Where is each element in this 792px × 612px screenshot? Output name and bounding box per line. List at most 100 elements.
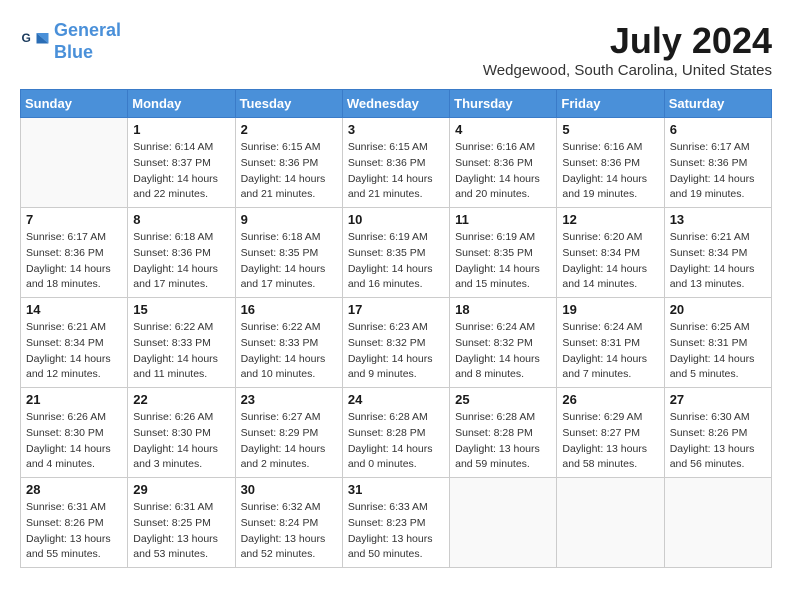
calendar-cell: 28 Sunrise: 6:31 AMSunset: 8:26 PMDayligh… — [21, 478, 128, 568]
svg-text:G: G — [22, 31, 31, 45]
calendar-cell: 16Sunrise: 6:22 AMSunset: 8:33 PMDayligh… — [235, 298, 342, 388]
day-info: Sunrise: 6:28 AMSunset: 8:28 PMDaylight:… — [348, 410, 444, 473]
weekday-header-sunday: Sunday — [21, 90, 128, 118]
location: Wedgewood, South Carolina, United States — [483, 62, 772, 79]
calendar-cell: 18 Sunrise: 6:24 AMSunset: 8:32 PMDayligh… — [450, 298, 557, 388]
day-info: Sunrise: 6:16 AMSunset: 8:36 PMDaylight:… — [562, 140, 658, 203]
calendar-cell: 22 Sunrise: 6:26 AMSunset: 8:30 PMDayligh… — [128, 388, 235, 478]
day-number: 25 — [455, 392, 551, 407]
month-title: July 2024 — [483, 20, 772, 62]
day-number: 3 — [348, 122, 444, 137]
day-number: 11 — [455, 212, 551, 227]
logo-line1: General — [54, 20, 121, 40]
day-number: 23 — [241, 392, 337, 407]
day-number: 28 — [26, 482, 122, 497]
calendar-cell: 7 Sunrise: 6:17 AMSunset: 8:36 PMDaylight… — [21, 208, 128, 298]
calendar-week-1: 1Sunrise: 6:14 AMSunset: 8:37 PMDaylight… — [21, 118, 772, 208]
day-number: 24 — [348, 392, 444, 407]
day-info: Sunrise: 6:21 AMSunset: 8:34 PMDaylight:… — [670, 230, 766, 293]
calendar-cell: 29 Sunrise: 6:31 AMSunset: 8:25 PMDayligh… — [128, 478, 235, 568]
calendar-cell: 13 Sunrise: 6:21 AMSunset: 8:34 PMDayligh… — [664, 208, 771, 298]
day-info: Sunrise: 6:27 AMSunset: 8:29 PMDaylight:… — [241, 410, 337, 473]
calendar-cell: 8 Sunrise: 6:18 AMSunset: 8:36 PMDaylight… — [128, 208, 235, 298]
calendar-cell: 4 Sunrise: 6:16 AMSunset: 8:36 PMDaylight… — [450, 118, 557, 208]
calendar-cell: 2Sunrise: 6:15 AMSunset: 8:36 PMDaylight… — [235, 118, 342, 208]
calendar-cell: 25 Sunrise: 6:28 AMSunset: 8:28 PMDayligh… — [450, 388, 557, 478]
calendar-cell: 9 Sunrise: 6:18 AMSunset: 8:35 PMDaylight… — [235, 208, 342, 298]
weekday-header-thursday: Thursday — [450, 90, 557, 118]
day-number: 2 — [241, 122, 337, 137]
day-number: 7 — [26, 212, 122, 227]
day-info: Sunrise: 6:29 AMSunset: 8:27 PMDaylight:… — [562, 410, 658, 473]
weekday-header-friday: Friday — [557, 90, 664, 118]
calendar-cell: 6Sunrise: 6:17 AMSunset: 8:36 PMDaylight… — [664, 118, 771, 208]
day-info: Sunrise: 6:14 AMSunset: 8:37 PMDaylight:… — [133, 140, 229, 203]
calendar-cell: 3 Sunrise: 6:15 AMSunset: 8:36 PMDaylight… — [342, 118, 449, 208]
calendar-week-3: 14 Sunrise: 6:21 AMSunset: 8:34 PMDayligh… — [21, 298, 772, 388]
calendar-cell: 31 Sunrise: 6:33 AMSunset: 8:23 PMDayligh… — [342, 478, 449, 568]
day-number: 14 — [26, 302, 122, 317]
day-info: Sunrise: 6:17 AMSunset: 8:36 PMDaylight:… — [670, 140, 766, 203]
day-info: Sunrise: 6:23 AMSunset: 8:32 PMDaylight:… — [348, 320, 444, 383]
day-number: 12 — [562, 212, 658, 227]
day-number: 20 — [670, 302, 766, 317]
day-info: Sunrise: 6:22 AMSunset: 8:33 PMDaylight:… — [133, 320, 229, 383]
day-info: Sunrise: 6:18 AMSunset: 8:35 PMDaylight:… — [241, 230, 337, 293]
day-number: 30 — [241, 482, 337, 497]
day-info: Sunrise: 6:31 AMSunset: 8:25 PMDaylight:… — [133, 500, 229, 563]
day-number: 4 — [455, 122, 551, 137]
day-number: 22 — [133, 392, 229, 407]
day-info: Sunrise: 6:25 AMSunset: 8:31 PMDaylight:… — [670, 320, 766, 383]
day-info: Sunrise: 6:30 AMSunset: 8:26 PMDaylight:… — [670, 410, 766, 473]
day-number: 13 — [670, 212, 766, 227]
day-info: Sunrise: 6:18 AMSunset: 8:36 PMDaylight:… — [133, 230, 229, 293]
day-info: Sunrise: 6:26 AMSunset: 8:30 PMDaylight:… — [26, 410, 122, 473]
calendar-cell: 15 Sunrise: 6:22 AMSunset: 8:33 PMDayligh… — [128, 298, 235, 388]
weekday-header-monday: Monday — [128, 90, 235, 118]
day-info: Sunrise: 6:33 AMSunset: 8:23 PMDaylight:… — [348, 500, 444, 563]
day-number: 8 — [133, 212, 229, 227]
day-info: Sunrise: 6:24 AMSunset: 8:31 PMDaylight:… — [562, 320, 658, 383]
day-number: 9 — [241, 212, 337, 227]
calendar-cell — [450, 478, 557, 568]
weekday-header-saturday: Saturday — [664, 90, 771, 118]
calendar-table: SundayMondayTuesdayWednesdayThursdayFrid… — [20, 89, 772, 568]
calendar-cell: 17Sunrise: 6:23 AMSunset: 8:32 PMDayligh… — [342, 298, 449, 388]
calendar-cell — [557, 478, 664, 568]
day-number: 27 — [670, 392, 766, 407]
calendar-cell: 1Sunrise: 6:14 AMSunset: 8:37 PMDaylight… — [128, 118, 235, 208]
calendar-cell: 11Sunrise: 6:19 AMSunset: 8:35 PMDayligh… — [450, 208, 557, 298]
calendar-cell: 12Sunrise: 6:20 AMSunset: 8:34 PMDayligh… — [557, 208, 664, 298]
day-info: Sunrise: 6:17 AMSunset: 8:36 PMDaylight:… — [26, 230, 122, 293]
page-header: G General Blue July 2024 Wedgewood, Sout… — [20, 20, 772, 79]
day-info: Sunrise: 6:15 AMSunset: 8:36 PMDaylight:… — [348, 140, 444, 203]
day-info: Sunrise: 6:21 AMSunset: 8:34 PMDaylight:… — [26, 320, 122, 383]
day-info: Sunrise: 6:16 AMSunset: 8:36 PMDaylight:… — [455, 140, 551, 203]
logo-icon: G — [20, 27, 50, 57]
calendar-cell: 10Sunrise: 6:19 AMSunset: 8:35 PMDayligh… — [342, 208, 449, 298]
day-info: Sunrise: 6:28 AMSunset: 8:28 PMDaylight:… — [455, 410, 551, 473]
weekday-header-row: SundayMondayTuesdayWednesdayThursdayFrid… — [21, 90, 772, 118]
calendar-cell: 24 Sunrise: 6:28 AMSunset: 8:28 PMDayligh… — [342, 388, 449, 478]
day-info: Sunrise: 6:31 AMSunset: 8:26 PMDaylight:… — [26, 500, 122, 563]
day-number: 15 — [133, 302, 229, 317]
calendar-cell: 23 Sunrise: 6:27 AMSunset: 8:29 PMDayligh… — [235, 388, 342, 478]
day-info: Sunrise: 6:24 AMSunset: 8:32 PMDaylight:… — [455, 320, 551, 383]
day-info: Sunrise: 6:19 AMSunset: 8:35 PMDaylight:… — [348, 230, 444, 293]
calendar-cell — [664, 478, 771, 568]
day-info: Sunrise: 6:26 AMSunset: 8:30 PMDaylight:… — [133, 410, 229, 473]
day-number: 29 — [133, 482, 229, 497]
calendar-cell: 20 Sunrise: 6:25 AMSunset: 8:31 PMDayligh… — [664, 298, 771, 388]
calendar-cell: 27 Sunrise: 6:30 AMSunset: 8:26 PMDayligh… — [664, 388, 771, 478]
calendar-cell: 19Sunrise: 6:24 AMSunset: 8:31 PMDayligh… — [557, 298, 664, 388]
day-number: 26 — [562, 392, 658, 407]
calendar-cell: 26 Sunrise: 6:29 AMSunset: 8:27 PMDayligh… — [557, 388, 664, 478]
calendar-cell: 5Sunrise: 6:16 AMSunset: 8:36 PMDaylight… — [557, 118, 664, 208]
calendar-cell: 21Sunrise: 6:26 AMSunset: 8:30 PMDayligh… — [21, 388, 128, 478]
calendar-cell: 30Sunrise: 6:32 AMSunset: 8:24 PMDayligh… — [235, 478, 342, 568]
calendar-week-4: 21Sunrise: 6:26 AMSunset: 8:30 PMDayligh… — [21, 388, 772, 478]
day-number: 31 — [348, 482, 444, 497]
calendar-week-2: 7 Sunrise: 6:17 AMSunset: 8:36 PMDaylight… — [21, 208, 772, 298]
calendar-cell — [21, 118, 128, 208]
day-number: 18 — [455, 302, 551, 317]
